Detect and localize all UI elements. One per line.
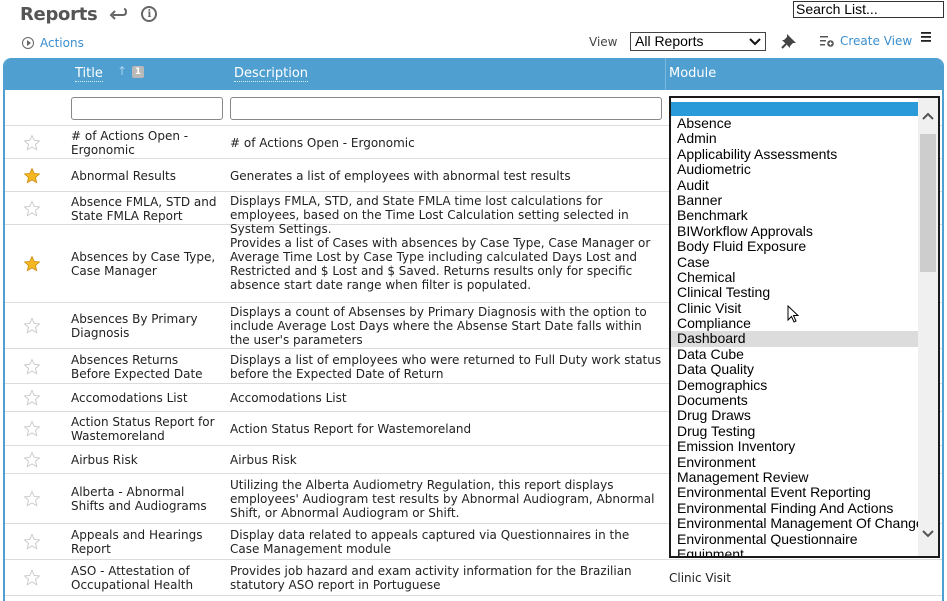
- module-option[interactable]: Equipment: [671, 546, 920, 556]
- column-header-description[interactable]: Description: [234, 66, 309, 82]
- grid-header: Title ↑ 1 Description Module: [5, 58, 942, 90]
- play-circle-icon: [22, 37, 34, 49]
- view-select-value: All Reports: [635, 33, 704, 49]
- star-outline-icon[interactable]: [23, 199, 41, 218]
- module-option[interactable]: Documents: [671, 392, 920, 408]
- report-title-link[interactable]: Action Status Report for Wastemoreland: [71, 415, 221, 443]
- module-option[interactable]: Environmental Event Reporting: [671, 485, 920, 500]
- report-title-link[interactable]: # of Actions Open - Ergonomic: [71, 129, 221, 157]
- report-title-link[interactable]: Absences By Primary Diagnosis: [71, 312, 221, 340]
- report-description: Displays a count of Absenses by Primary …: [230, 305, 647, 347]
- module-option[interactable]: Demographics: [671, 377, 920, 393]
- star-outline-icon[interactable]: [23, 389, 41, 407]
- description-filter-input[interactable]: [230, 97, 662, 120]
- star-outline-icon[interactable]: [23, 133, 41, 152]
- pin-icon[interactable]: [781, 33, 797, 49]
- module-option[interactable]: Absence: [671, 115, 920, 131]
- scroll-down-icon[interactable]: [921, 528, 935, 542]
- report-title-link[interactable]: Appeals and Hearings Report: [71, 528, 221, 556]
- module-option[interactable]: Case: [671, 254, 920, 270]
- module-option[interactable]: Management Review: [671, 469, 920, 485]
- module-option[interactable]: Chemical: [671, 269, 920, 285]
- module-option[interactable]: Data Quality: [671, 362, 920, 377]
- star-outline-icon[interactable]: [23, 533, 41, 551]
- report-module: Clinic Visit: [669, 571, 731, 585]
- column-header-title[interactable]: Title: [75, 66, 103, 82]
- module-option[interactable]: Emission Inventory: [671, 439, 920, 454]
- title-filter-input[interactable]: [71, 97, 223, 120]
- actions-button[interactable]: Actions: [22, 36, 84, 50]
- module-options-list: Absence Admin Applicability Assessments Aud…: [671, 98, 924, 556]
- page-header: Reports i: [20, 2, 158, 26]
- report-description: Airbus Risk: [230, 453, 297, 467]
- star-outline-icon[interactable]: [23, 357, 41, 376]
- create-view-button[interactable]: Create View: [820, 34, 912, 48]
- star-outline-icon[interactable]: [23, 490, 41, 508]
- module-option[interactable]: Audiometric: [671, 161, 920, 177]
- report-title-link[interactable]: Abnormal Results: [71, 169, 221, 183]
- sort-order-badge: 1: [132, 66, 144, 78]
- chevron-down-icon: [749, 33, 761, 57]
- sort-ascending-icon[interactable]: ↑: [117, 64, 127, 78]
- module-option[interactable]: Clinical Testing: [671, 285, 920, 300]
- module-option[interactable]: Environment: [671, 454, 920, 470]
- module-option[interactable]: Data Cube: [671, 346, 920, 362]
- info-icon[interactable]: i: [141, 6, 158, 22]
- table-row[interactable]: ASO - Attestation of Occupational Health…: [5, 560, 942, 596]
- report-title-link[interactable]: Absence FMLA, STD and State FMLA Report: [71, 195, 221, 223]
- module-option[interactable]: Environmental Management Of Change: [671, 515, 924, 531]
- module-option[interactable]: Environmental Questionnaire: [671, 531, 920, 547]
- report-description: Utilizing the Alberta Audiometry Regulat…: [230, 478, 655, 520]
- module-option[interactable]: Applicability Assessments: [671, 146, 920, 162]
- module-filter-dropdown[interactable]: Absence Admin Applicability Assessments Aud…: [669, 96, 940, 558]
- module-option[interactable]: Audit: [671, 177, 920, 193]
- report-description: Display data related to appeals captured…: [230, 528, 630, 556]
- report-description: Action Status Report for Wastemoreland: [230, 422, 472, 436]
- module-option[interactable]: [671, 102, 920, 116]
- return-icon[interactable]: [109, 7, 128, 21]
- column-header-module[interactable]: Module: [669, 66, 716, 81]
- column-divider: [665, 58, 666, 90]
- report-title-link[interactable]: Absences by Case Type, Case Manager: [71, 250, 221, 278]
- star-filled-icon[interactable]: [23, 167, 41, 185]
- report-description: Provides a list of Cases with absences b…: [230, 236, 651, 292]
- star-filled-icon[interactable]: [23, 255, 41, 273]
- report-description: Generates a list of employees with abnor…: [230, 168, 571, 183]
- hamburger-menu-icon[interactable]: [920, 31, 932, 47]
- scrollbar-thumb[interactable]: [920, 134, 936, 272]
- view-label: View: [589, 35, 618, 49]
- view-select[interactable]: All Reports: [630, 32, 766, 51]
- star-outline-icon[interactable]: [23, 569, 41, 587]
- search-input[interactable]: Search List...: [793, 1, 944, 18]
- report-description: Displays a list of employees who were re…: [230, 352, 662, 381]
- star-outline-icon[interactable]: [23, 451, 41, 469]
- module-option[interactable]: Banner: [671, 192, 920, 208]
- report-description: # of Actions Open - Ergonomic: [230, 135, 415, 150]
- report-title-link[interactable]: Accomodations List: [71, 391, 221, 405]
- module-option[interactable]: Drug Draws: [671, 408, 920, 423]
- star-outline-icon[interactable]: [23, 420, 41, 438]
- module-option[interactable]: Dashboard: [671, 331, 920, 347]
- report-description: Accomodations List: [230, 391, 347, 405]
- report-title-link[interactable]: Absences Returns Before Expected Date: [71, 353, 221, 381]
- report-title-link[interactable]: ASO - Attestation of Occupational Health: [71, 564, 221, 592]
- scroll-up-icon[interactable]: [921, 110, 935, 124]
- page-title: Reports: [20, 3, 98, 25]
- report-title-link[interactable]: Airbus Risk: [71, 453, 221, 467]
- create-view-icon: [820, 36, 834, 47]
- module-option[interactable]: BIWorkflow Approvals: [671, 223, 920, 239]
- module-option[interactable]: Benchmark: [671, 208, 920, 223]
- create-view-label: Create View: [840, 34, 913, 48]
- star-outline-icon[interactable]: [23, 317, 41, 335]
- module-option[interactable]: Environmental Finding And Actions: [671, 500, 920, 516]
- module-option[interactable]: Drug Testing: [671, 423, 920, 439]
- module-option[interactable]: Clinic Visit: [671, 300, 920, 316]
- report-title-link[interactable]: Alberta - Abnormal Shifts and Audiograms: [71, 485, 221, 513]
- module-option[interactable]: Admin: [671, 131, 920, 146]
- dropdown-scrollbar[interactable]: [918, 98, 938, 556]
- report-description: Provides job hazard and exam activity in…: [230, 564, 632, 592]
- actions-label: Actions: [40, 36, 84, 50]
- module-option[interactable]: Compliance: [671, 315, 920, 331]
- module-option[interactable]: Body Fluid Exposure: [671, 238, 920, 254]
